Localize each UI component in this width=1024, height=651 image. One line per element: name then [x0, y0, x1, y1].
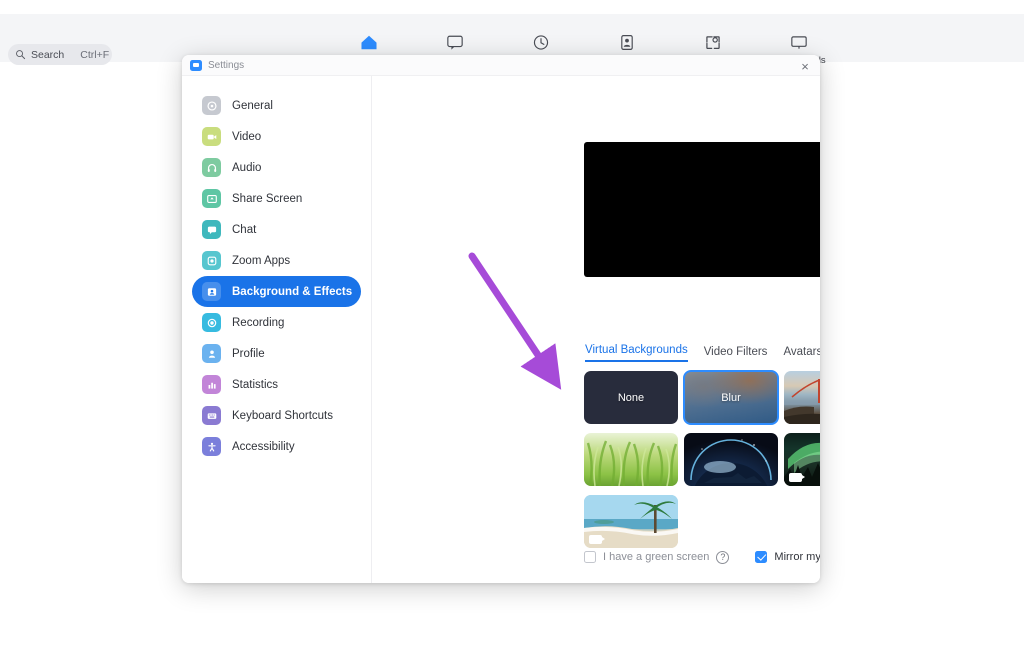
- sidebar-item-label: Video: [232, 130, 262, 143]
- settings-window-title: Settings: [208, 59, 245, 71]
- record-icon: [202, 313, 221, 332]
- whiteboard-icon: [790, 32, 808, 52]
- background-tabs: Virtual Backgrounds Video Filters Avatar…: [585, 344, 820, 362]
- search-shortcut: Ctrl+F: [80, 48, 110, 61]
- search-input[interactable]: Search Ctrl+F: [8, 44, 112, 65]
- background-thumb-golden-gate-bridge[interactable]: [784, 371, 820, 424]
- person-frame-icon: [202, 282, 221, 301]
- sidebar-item-label: Background & Effects: [232, 285, 353, 298]
- background-thumb-none[interactable]: None: [584, 371, 678, 424]
- sidebar-item-share-screen[interactable]: Share Screen: [192, 183, 361, 214]
- virtual-background-grid: None Blur: [584, 370, 820, 548]
- sidebar-item-label: Audio: [232, 161, 262, 174]
- sidebar-item-video[interactable]: Video: [192, 121, 361, 152]
- headphones-icon: [202, 158, 221, 177]
- zoom-logo-icon: [190, 59, 202, 71]
- apps-icon: [704, 32, 722, 52]
- accessibility-icon: [202, 437, 221, 456]
- home-icon: [360, 32, 378, 52]
- sidebar-item-statistics[interactable]: Statistics: [192, 369, 361, 400]
- close-icon[interactable]: ×: [794, 57, 816, 75]
- sidebar-item-accessibility[interactable]: Accessibility: [192, 431, 361, 462]
- tab-video-filters[interactable]: Video Filters: [704, 346, 768, 362]
- sidebar-item-label: Statistics: [232, 378, 279, 391]
- mirror-video-checkbox[interactable]: [755, 551, 768, 563]
- green-screen-label: I have a green screen: [603, 551, 710, 563]
- share-screen-icon: [202, 189, 221, 208]
- sidebar-item-zoom-apps[interactable]: Zoom Apps: [192, 245, 361, 276]
- background-thumb-tropical-beach[interactable]: [584, 495, 678, 548]
- sidebar-item-label: Keyboard Shortcuts: [232, 409, 334, 422]
- screen-root: Search Ctrl+F Home Chat: [0, 0, 1024, 651]
- background-thumb-earth-from-space[interactable]: [684, 433, 778, 486]
- question-mark-icon[interactable]: ?: [716, 550, 730, 564]
- thumb-label: None: [617, 391, 645, 404]
- video-badge-icon: [589, 535, 605, 544]
- search-icon: [16, 50, 26, 60]
- video-preview: [584, 142, 820, 277]
- background-thumb-grass[interactable]: [584, 433, 678, 486]
- chat-bubble-icon: [446, 32, 464, 52]
- gear-icon: [202, 96, 221, 115]
- sidebar-item-label: General: [232, 99, 273, 112]
- tab-avatars[interactable]: Avatars: [783, 346, 820, 362]
- contacts-person-icon: [618, 32, 636, 52]
- sidebar-item-background-and-effects[interactable]: Background & Effects: [192, 276, 361, 307]
- grass-graphic: [586, 440, 678, 486]
- sidebar-item-label: Share Screen: [232, 192, 303, 205]
- bar-chart-icon: [202, 375, 221, 394]
- sidebar-item-keyboard-shortcuts[interactable]: Keyboard Shortcuts: [192, 400, 361, 431]
- settings-titlebar: Settings: [182, 55, 820, 76]
- sidebar-item-label: Accessibility: [232, 440, 295, 453]
- sidebar-item-label: Recording: [232, 316, 285, 329]
- sidebar-item-recording[interactable]: Recording: [192, 307, 361, 338]
- background-thumb-blur[interactable]: Blur: [683, 370, 779, 425]
- sidebar-item-chat[interactable]: Chat: [192, 214, 361, 245]
- sidebar-item-profile[interactable]: Profile: [192, 338, 361, 369]
- search-placeholder: Search: [31, 48, 65, 61]
- bridge-graphic: [784, 379, 820, 424]
- zoom-apps-icon: [202, 251, 221, 270]
- settings-dialog: Settings × General Video Audio Share Scr…: [182, 55, 820, 583]
- earth-graphic: [690, 439, 772, 486]
- clock-icon: [532, 32, 550, 52]
- background-options-bar: I have a green screen ? Mirror my video …: [584, 546, 820, 568]
- sidebar-item-label: Zoom Apps: [232, 254, 291, 267]
- mirror-video-label: Mirror my video: [774, 551, 820, 563]
- thumb-label: Blur: [721, 391, 741, 404]
- sidebar-item-general[interactable]: General: [192, 90, 361, 121]
- video-badge-icon: [789, 473, 805, 482]
- sidebar-item-label: Profile: [232, 347, 265, 360]
- keyboard-icon: [202, 406, 221, 425]
- background-thumb-aurora[interactable]: [784, 433, 820, 486]
- sidebar-item-audio[interactable]: Audio: [192, 152, 361, 183]
- profile-person-icon: [202, 344, 221, 363]
- chat-bubble-icon: [202, 220, 221, 239]
- settings-content-pane: Virtual Backgrounds Video Filters Avatar…: [372, 76, 820, 583]
- settings-sidebar: General Video Audio Share Screen Chat Zo…: [182, 76, 372, 583]
- green-screen-checkbox[interactable]: [584, 551, 596, 563]
- tab-virtual-backgrounds[interactable]: Virtual Backgrounds: [585, 344, 688, 362]
- camera-icon: [202, 127, 221, 146]
- sidebar-item-label: Chat: [232, 223, 257, 236]
